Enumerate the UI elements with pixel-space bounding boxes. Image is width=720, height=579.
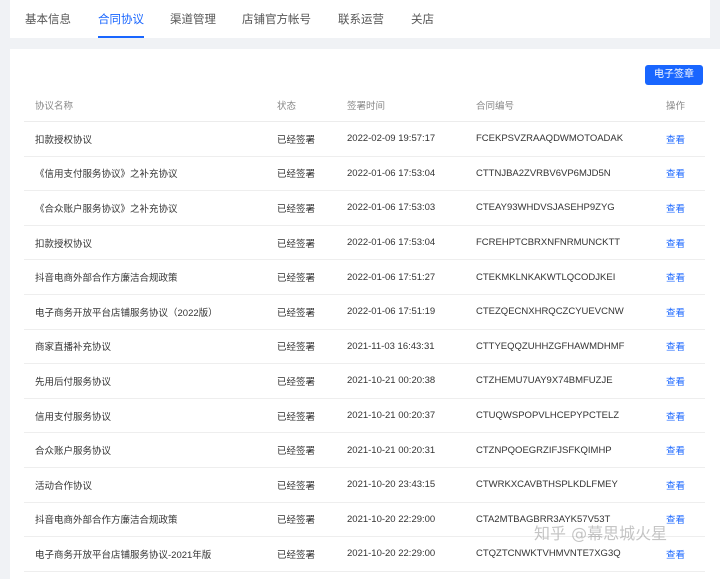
contract-code: CTEAY93WHDVSJASEHP9ZYG — [476, 190, 666, 226]
contract-status: 已经签署 — [277, 467, 347, 503]
contract-status: 已经签署 — [277, 259, 347, 295]
view-link[interactable]: 查看 — [666, 204, 685, 215]
contract-name: 先用后付服务协议 — [24, 363, 277, 399]
contract-sign-time: 2022-01-06 17:51:27 — [347, 259, 476, 295]
tab-basic-info[interactable]: 基本信息 — [25, 0, 71, 38]
contract-code: CTTNJBA2ZVRBV6VP6MJD5N — [476, 156, 666, 192]
contract-name: 电子商务开放平台店铺服务协议-2021年版 — [24, 536, 277, 572]
contract-status: 已经签署 — [277, 502, 347, 538]
table-row: 扣款授权协议 已经签署 2022-02-09 19:57:17 FCEKPSVZ… — [24, 121, 705, 157]
view-link[interactable]: 查看 — [666, 412, 685, 423]
tab-contracts[interactable]: 合同协议 — [98, 0, 144, 38]
table-row: 先用后付服务协议 已经签署 2021-10-21 00:20:38 CTZHEM… — [24, 363, 705, 399]
contract-code: CTEZQECNXHRQCZCYUEVCNW — [476, 294, 666, 330]
contract-sign-time: 2021-11-03 16:43:31 — [347, 329, 476, 365]
contract-name: 扣款授权协议 — [24, 225, 277, 261]
view-link[interactable]: 查看 — [666, 377, 685, 388]
header-status: 状态 — [277, 88, 347, 122]
contract-status: 已经签署 — [277, 398, 347, 434]
table-row: 扣款授权协议 已经签署 2022-01-06 17:53:04 FCREHPTC… — [24, 225, 705, 261]
contract-sign-time: 2021-10-20 22:29:00 — [347, 502, 476, 538]
header-sign-time: 签署时间 — [347, 88, 476, 122]
view-link[interactable]: 查看 — [666, 239, 685, 250]
table-row: 《合众账户服务协议》之补充协议 已经签署 2022-01-06 17:53:03… — [24, 190, 705, 226]
contract-name: 《合众账户服务协议》之补充协议 — [24, 190, 277, 226]
watermark: 知乎 @幕思城火星 — [534, 524, 668, 543]
contract-name: 合众账户服务协议 — [24, 432, 277, 468]
header-contract-code: 合同编号 — [476, 88, 666, 122]
contract-status: 已经签署 — [277, 190, 347, 226]
contract-name: 抖音电商外部合作方廉洁合规政策 — [24, 502, 277, 538]
contract-status: 已经签署 — [277, 432, 347, 468]
contract-status: 已经签署 — [277, 536, 347, 572]
contract-sign-time: 2021-10-20 22:29:00 — [347, 536, 476, 572]
contracts-table: 协议名称 状态 签署时间 合同编号 操作 扣款授权协议 已经签署 2022-02… — [24, 88, 705, 572]
tab-channel-management[interactable]: 渠道管理 — [170, 0, 216, 38]
table-row: 活动合作协议 已经签署 2021-10-20 23:43:15 CTWRKXCA… — [24, 467, 705, 503]
contract-code: CTZHEMU7UAY9X74BMFUZJE — [476, 363, 666, 399]
contract-sign-time: 2021-10-21 00:20:37 — [347, 398, 476, 434]
contract-code: FCEKPSVZRAAQDWMOTOADAK — [476, 121, 666, 157]
esign-button[interactable]: 电子签章 — [645, 65, 703, 85]
contract-name: 《信用支付服务协议》之补充协议 — [24, 156, 277, 192]
tab-bar: 基本信息 合同协议 渠道管理 店铺官方帐号 联系运营 关店 — [10, 0, 710, 38]
contract-sign-time: 2022-01-06 17:51:19 — [347, 294, 476, 330]
view-link[interactable]: 查看 — [666, 308, 685, 319]
contract-name: 抖音电商外部合作方廉洁合规政策 — [24, 259, 277, 295]
contract-status: 已经签署 — [277, 294, 347, 330]
contract-sign-time: 2022-02-09 19:57:17 — [347, 121, 476, 157]
table-row: 信用支付服务协议 已经签署 2021-10-21 00:20:37 CTUQWS… — [24, 398, 705, 434]
contract-name: 电子商务开放平台店铺服务协议（2022版） — [24, 294, 277, 330]
view-link[interactable]: 查看 — [666, 481, 685, 492]
table-row: 电子商务开放平台店铺服务协议（2022版） 已经签署 2022-01-06 17… — [24, 294, 705, 330]
table-row: 《信用支付服务协议》之补充协议 已经签署 2022-01-06 17:53:04… — [24, 156, 705, 192]
contract-status: 已经签署 — [277, 329, 347, 365]
contract-status: 已经签署 — [277, 225, 347, 261]
view-link[interactable]: 查看 — [666, 169, 685, 180]
view-link[interactable]: 查看 — [666, 515, 685, 526]
header-name: 协议名称 — [24, 88, 277, 122]
contract-status: 已经签署 — [277, 156, 347, 192]
view-link[interactable]: 查看 — [666, 135, 685, 146]
tab-official-accounts[interactable]: 店铺官方帐号 — [242, 0, 311, 38]
view-link[interactable]: 查看 — [666, 273, 685, 284]
contract-sign-time: 2022-01-06 17:53:04 — [347, 225, 476, 261]
contract-name: 活动合作协议 — [24, 467, 277, 503]
table-row: 商家直播补充协议 已经签署 2021-11-03 16:43:31 CTTYEQ… — [24, 329, 705, 365]
contract-sign-time: 2022-01-06 17:53:04 — [347, 156, 476, 192]
contract-status: 已经签署 — [277, 363, 347, 399]
contracts-panel: 电子签章 协议名称 状态 签署时间 合同编号 操作 扣款授权协议 已经签署 20… — [10, 49, 720, 579]
contract-sign-time: 2021-10-21 00:20:31 — [347, 432, 476, 468]
header-operation: 操作 — [666, 88, 705, 122]
view-link[interactable]: 查看 — [666, 446, 685, 457]
tab-close-store[interactable]: 关店 — [411, 0, 434, 38]
contract-code: CTUQWSPOPVLHCEPYPCTELZ — [476, 398, 666, 434]
contract-code: CTEKMKLNKAKWTLQCODJKEI — [476, 259, 666, 295]
contract-status: 已经签署 — [277, 121, 347, 157]
tab-contact-operations[interactable]: 联系运营 — [338, 0, 384, 38]
contract-sign-time: 2021-10-21 00:20:38 — [347, 363, 476, 399]
contract-name: 商家直播补充协议 — [24, 329, 277, 365]
contract-name: 信用支付服务协议 — [24, 398, 277, 434]
contract-code: CTTYEQQZUHHZGFHAWMDHMF — [476, 329, 666, 365]
view-link[interactable]: 查看 — [666, 342, 685, 353]
table-row: 合众账户服务协议 已经签署 2021-10-21 00:20:31 CTZNPQ… — [24, 432, 705, 468]
contract-sign-time: 2021-10-20 23:43:15 — [347, 467, 476, 503]
contract-sign-time: 2022-01-06 17:53:03 — [347, 190, 476, 226]
contract-code: CTZNPQOEGRZIFJSFKQIMHP — [476, 432, 666, 468]
contract-code: CTWRKXCAVBTHSPLKDLFMEY — [476, 467, 666, 503]
table-header-row: 协议名称 状态 签署时间 合同编号 操作 — [24, 88, 705, 122]
contract-code: FCREHPTCBRXNFNRMUNCKTT — [476, 225, 666, 261]
contract-name: 扣款授权协议 — [24, 121, 277, 157]
table-row: 抖音电商外部合作方廉洁合规政策 已经签署 2022-01-06 17:51:27… — [24, 259, 705, 295]
view-link[interactable]: 查看 — [666, 550, 685, 561]
